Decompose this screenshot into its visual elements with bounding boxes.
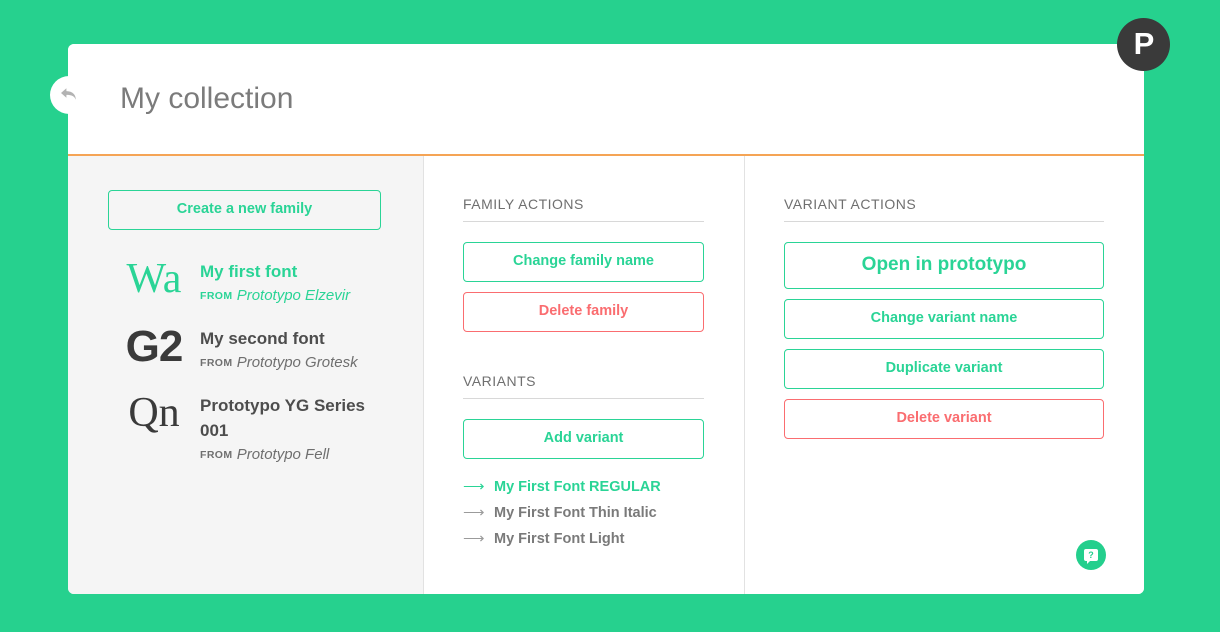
variant-actions-column: VARIANT ACTIONS Open in prototypo Change… bbox=[745, 156, 1144, 594]
duplicate-variant-button[interactable]: Duplicate variant bbox=[784, 348, 1104, 389]
family-name: Prototypo YG Series 001 bbox=[200, 396, 366, 440]
variant-actions-heading: VARIANT ACTIONS bbox=[784, 196, 1104, 222]
help-chat-icon: ? bbox=[1084, 549, 1098, 564]
family-template-line: FROM Prototypo Grotesk bbox=[200, 352, 358, 375]
variant-actions-buttons: Open in prototypo Change variant name Du… bbox=[784, 242, 1104, 439]
arrow-right-icon: ⟶ bbox=[463, 529, 485, 547]
families-column: Create a new family Wa My first font FRO… bbox=[68, 156, 424, 594]
delete-variant-button[interactable]: Delete variant bbox=[784, 398, 1104, 439]
family-preview-glyphs: G2 bbox=[125, 322, 184, 372]
arrow-right-icon: ⟶ bbox=[463, 503, 485, 521]
family-from-value: Prototypo Fell bbox=[236, 445, 330, 463]
variants-heading: VARIANTS bbox=[463, 373, 704, 399]
family-from-label: FROM bbox=[200, 289, 233, 302]
family-info: Prototypo YG Series 001 FROM Prototypo F… bbox=[200, 390, 380, 466]
family-list-item-my-second-font[interactable]: G2 My second font FROM Prototypo Grotesk bbox=[108, 323, 381, 374]
family-preview-glyphs: Wa bbox=[126, 255, 182, 302]
help-chat-button[interactable]: ? bbox=[1076, 540, 1106, 570]
variant-list-item-light[interactable]: ⟶ My First Font Light bbox=[463, 531, 704, 547]
variant-label: My First Font REGULAR bbox=[494, 478, 661, 495]
family-preview-glyphs: Qn bbox=[128, 390, 180, 437]
page-title: My collection bbox=[120, 82, 294, 115]
arrow-right-icon: ⟶ bbox=[463, 477, 485, 495]
prototypo-logo-badge[interactable]: P bbox=[1117, 18, 1170, 71]
delete-family-button[interactable]: Delete family bbox=[463, 291, 704, 332]
family-actions-heading: FAMILY ACTIONS bbox=[463, 196, 704, 222]
family-from-label: FROM bbox=[200, 356, 233, 369]
family-name: My second font bbox=[200, 329, 325, 349]
family-list-item-prototypo-yg-series-001[interactable]: Qn Prototypo YG Series 001 FROM Prototyp… bbox=[108, 390, 381, 466]
family-template-line: FROM Prototypo Elzevir bbox=[200, 285, 350, 308]
change-variant-name-button[interactable]: Change variant name bbox=[784, 298, 1104, 339]
variant-list-item-thin-italic[interactable]: ⟶ My First Font Thin Italic bbox=[463, 505, 704, 521]
family-info: My second font FROM Prototypo Grotesk bbox=[200, 323, 358, 374]
variant-label: My First Font Thin Italic bbox=[494, 504, 657, 521]
create-new-family-button[interactable]: Create a new family bbox=[108, 190, 381, 230]
add-variant-button[interactable]: Add variant bbox=[463, 418, 704, 459]
prototypo-logo-icon: P bbox=[1133, 26, 1155, 61]
collection-card: My collection Create a new family Wa My … bbox=[68, 44, 1144, 594]
family-from-value: Prototypo Elzevir bbox=[236, 286, 351, 304]
family-actions-buttons: Change family name Delete family bbox=[463, 242, 704, 332]
question-mark-glyph: ? bbox=[1088, 549, 1094, 560]
variants-list: ⟶ My First Font REGULAR ⟶ My First Font … bbox=[463, 479, 704, 547]
back-arrow-icon bbox=[61, 88, 76, 100]
variant-label: My First Font Light bbox=[494, 530, 625, 547]
card-header: My collection bbox=[68, 44, 1144, 156]
family-name: My first font bbox=[200, 261, 298, 281]
family-template-line: FROM Prototypo Fell bbox=[200, 444, 380, 467]
variant-list-item-regular[interactable]: ⟶ My First Font REGULAR bbox=[463, 479, 704, 495]
columns-container: Create a new family Wa My first font FRO… bbox=[68, 156, 1144, 594]
open-in-prototypo-button[interactable]: Open in prototypo bbox=[784, 242, 1104, 289]
family-actions-column: FAMILY ACTIONS Change family name Delete… bbox=[424, 156, 745, 594]
family-info: My first font FROM Prototypo Elzevir bbox=[200, 256, 350, 307]
family-from-label: FROM bbox=[200, 448, 233, 461]
family-list-item-my-first-font[interactable]: Wa My first font FROM Prototypo Elzevir bbox=[108, 256, 381, 307]
change-family-name-button[interactable]: Change family name bbox=[463, 242, 704, 282]
back-button[interactable] bbox=[50, 76, 88, 114]
family-from-value: Prototypo Grotesk bbox=[236, 353, 358, 371]
